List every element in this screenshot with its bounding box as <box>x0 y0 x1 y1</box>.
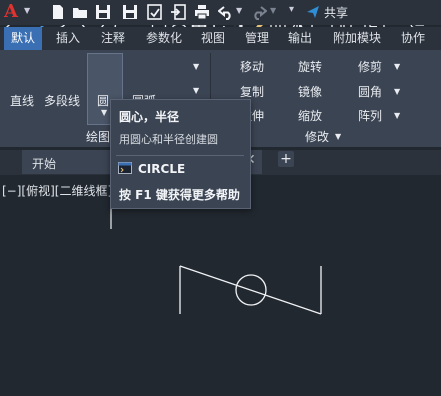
tooltip-title: 圆心，半径 <box>119 110 180 124</box>
mirror-label[interactable]: 镜像 <box>298 83 322 100</box>
tooltip-help: 按 F1 键获得更多帮助 <box>119 188 240 202</box>
tooltip-command: CIRCLE <box>138 162 186 176</box>
app-menu-arrow-icon[interactable]: ▼ <box>24 6 32 18</box>
ellipse-dropdown-icon[interactable]: ▼ <box>193 86 199 95</box>
tooltip-separator <box>116 155 244 156</box>
circle-dropdown-icon[interactable]: ▼ <box>101 108 107 117</box>
customize-quick-access-icon[interactable]: ▾ <box>289 4 294 15</box>
quick-access-toolbar: A ▼ ▼ ▼ ▾ 共享 <box>0 0 441 25</box>
tab-manage[interactable]: 管理 <box>238 27 276 50</box>
open-from-web-icon[interactable] <box>147 4 163 20</box>
modify-panel-title[interactable]: 修改 <box>305 128 329 145</box>
tab-start-label[interactable]: 开始 <box>32 155 56 172</box>
diagonal-line <box>179 265 322 315</box>
undo-dropdown-icon[interactable]: ▼ <box>236 6 242 15</box>
move-label[interactable]: 移动 <box>240 58 264 75</box>
copy-label[interactable]: 复制 <box>240 83 264 100</box>
tab-output[interactable]: 输出 <box>282 27 318 50</box>
open-icon[interactable] <box>72 4 88 20</box>
tab-parametric[interactable]: 参数化 <box>140 27 188 50</box>
share-label: 共享 <box>324 5 349 20</box>
line-tool-label[interactable]: 直线 <box>10 92 34 109</box>
redo-icon[interactable] <box>251 4 267 20</box>
app-logo[interactable]: A <box>4 1 24 23</box>
polyline-tool-label[interactable]: 多段线 <box>44 92 80 109</box>
save-icon[interactable] <box>95 4 111 20</box>
undo-icon[interactable] <box>218 4 234 20</box>
trim-dropdown-icon[interactable]: ▼ <box>394 62 400 71</box>
trim-label[interactable]: 修剪 <box>358 58 382 75</box>
save-as-icon[interactable] <box>122 4 138 20</box>
tab-insert[interactable]: 插入 <box>49 27 87 50</box>
tab-default[interactable]: 默认 <box>4 27 42 50</box>
save-to-web-icon[interactable] <box>170 4 186 20</box>
command-line-icon <box>118 162 132 174</box>
new-icon[interactable] <box>50 4 66 20</box>
rectangle-dropdown-icon[interactable]: ▼ <box>193 62 199 71</box>
new-tab-button[interactable]: + <box>278 151 294 167</box>
fillet-dropdown-icon[interactable]: ▼ <box>394 87 400 96</box>
fillet-label[interactable]: 圆角 <box>358 83 382 100</box>
rotate-label[interactable]: 旋转 <box>298 58 322 75</box>
print-icon[interactable] <box>194 4 210 20</box>
tab-addins[interactable]: 附加模块 <box>327 27 387 50</box>
tab-view[interactable]: 视图 <box>195 27 231 50</box>
modify-panel-dropdown-icon[interactable]: ▼ <box>335 132 341 141</box>
array-label[interactable]: 阵列 <box>358 107 382 124</box>
share-button[interactable]: 共享 <box>306 4 348 20</box>
tab-annotate[interactable]: 注释 <box>94 27 132 50</box>
array-dropdown-icon[interactable]: ▼ <box>394 111 400 120</box>
scale-label[interactable]: 缩放 <box>298 107 322 124</box>
draw-panel-title[interactable]: 绘图 <box>86 128 110 145</box>
circle-tool-label[interactable]: 圆 <box>97 92 109 109</box>
command-tooltip: 圆心，半径 用圆心和半径创建圆 CIRCLE 按 F1 键获得更多帮助 <box>110 99 251 209</box>
share-icon <box>307 6 319 18</box>
ribbon-tabs: 默认 插入 注释 参数化 视图 管理 输出 附加模块 协作 <box>0 27 441 50</box>
tab-collaborate[interactable]: 协作 <box>393 27 433 50</box>
tooltip-description: 用圆心和半径创建圆 <box>119 133 218 146</box>
redo-dropdown-icon[interactable]: ▼ <box>270 6 276 15</box>
